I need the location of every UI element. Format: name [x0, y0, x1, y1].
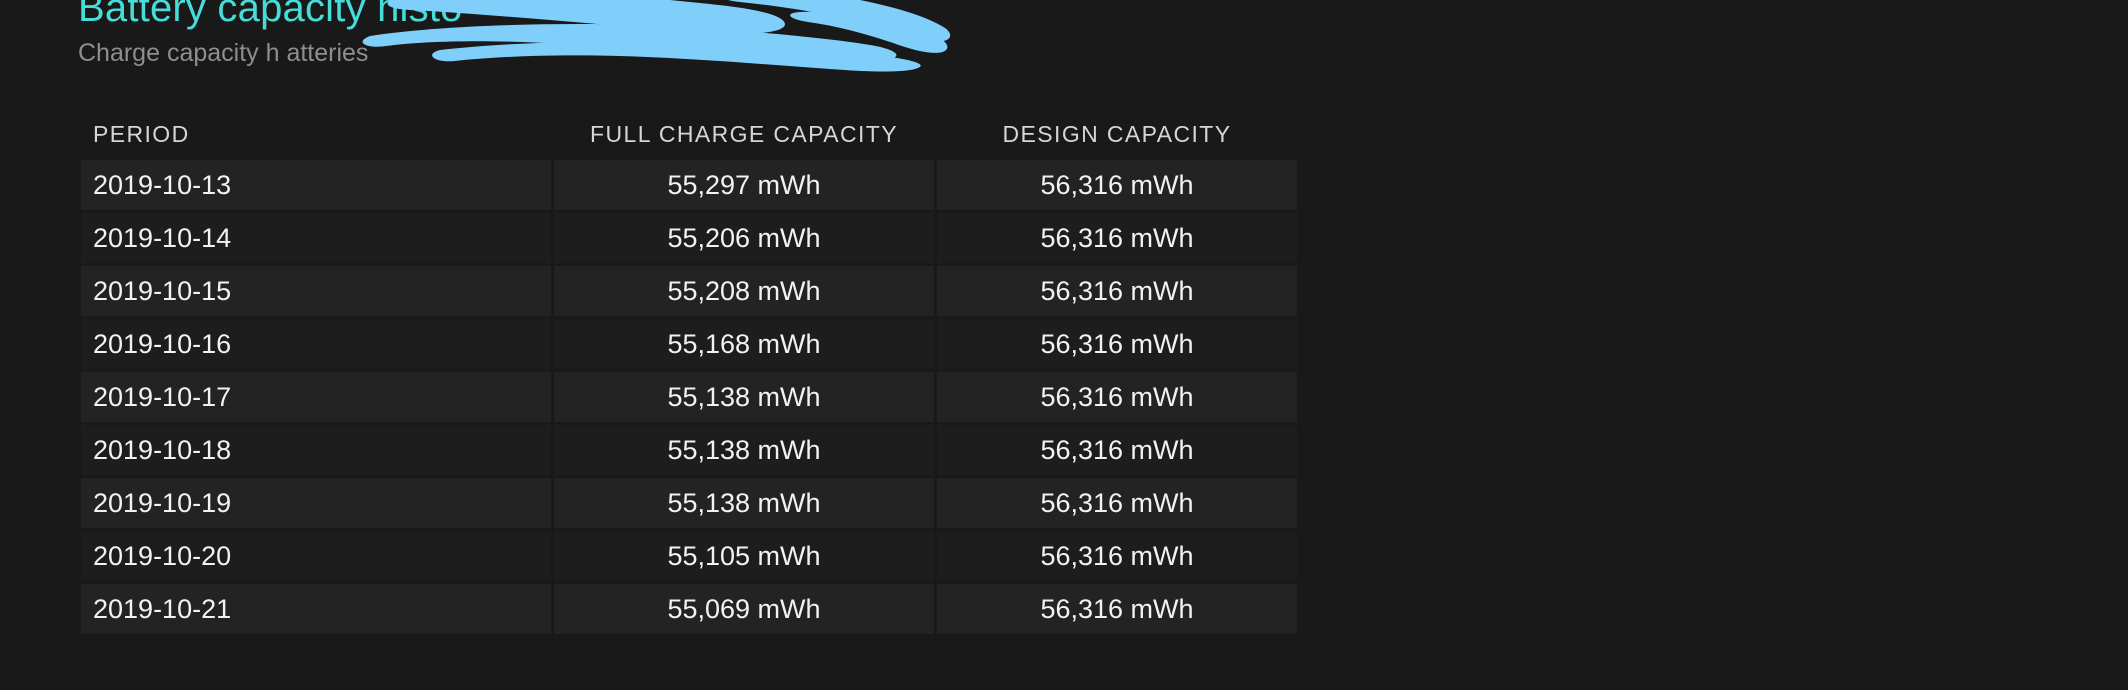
cell-full_charge_capacity: 55,105 mWh	[554, 531, 934, 581]
page-subtitle: Charge capacity h atteries	[78, 39, 369, 67]
cell-full_charge_capacity: 55,069 mWh	[554, 584, 934, 634]
cell-full_charge_capacity: 55,138 mWh	[554, 372, 934, 422]
table-header: PERIOD FULL CHARGE CAPACITY DESIGN CAPAC…	[81, 121, 1297, 157]
cell-period: 2019-10-14	[81, 213, 551, 263]
table-row[interactable]: 2019-10-19 55,138 mWh 56,316 mWh	[81, 478, 1297, 528]
table-body: 2019-10-13 55,297 mWh 56,316 mWh 2019-10-14…	[81, 160, 1297, 634]
cell-design_capacity: 56,316 mWh	[937, 213, 1297, 263]
cell-period: 2019-10-20	[81, 531, 551, 581]
table-row[interactable]: 2019-10-16 55,168 mWh 56,316 mWh	[81, 319, 1297, 369]
cell-full_charge_capacity: 55,138 mWh	[554, 425, 934, 475]
cell-design_capacity: 56,316 mWh	[937, 478, 1297, 528]
table-row[interactable]: 2019-10-17 55,138 mWh 56,316 mWh	[81, 372, 1297, 422]
table-row[interactable]: 2019-10-18 55,138 mWh 56,316 mWh	[81, 425, 1297, 475]
cell-full_charge_capacity: 55,206 mWh	[554, 213, 934, 263]
cell-full_charge_capacity: 55,168 mWh	[554, 319, 934, 369]
cell-design_capacity: 56,316 mWh	[937, 160, 1297, 210]
cell-period: 2019-10-16	[81, 319, 551, 369]
cell-design_capacity: 56,316 mWh	[937, 319, 1297, 369]
cell-period: 2019-10-13	[81, 160, 551, 210]
column-header-period: PERIOD	[93, 121, 190, 147]
battery-capacity-table: PERIOD FULL CHARGE CAPACITY DESIGN CAPAC…	[78, 118, 1300, 637]
cell-period: 2019-10-19	[81, 478, 551, 528]
page-title: Battery capacity histo	[78, 0, 463, 30]
cell-full_charge_capacity: 55,138 mWh	[554, 478, 934, 528]
table-row[interactable]: 2019-10-20 55,105 mWh 56,316 mWh	[81, 531, 1297, 581]
table-row[interactable]: 2019-10-21 55,069 mWh 56,316 mWh	[81, 584, 1297, 634]
cell-design_capacity: 56,316 mWh	[937, 372, 1297, 422]
cell-full_charge_capacity: 55,297 mWh	[554, 160, 934, 210]
column-header-full-charge-capacity: FULL CHARGE CAPACITY	[590, 121, 898, 147]
cell-design_capacity: 56,316 mWh	[937, 266, 1297, 316]
table-row[interactable]: 2019-10-14 55,206 mWh 56,316 mWh	[81, 213, 1297, 263]
cell-period: 2019-10-15	[81, 266, 551, 316]
cell-period: 2019-10-21	[81, 584, 551, 634]
cell-design_capacity: 56,316 mWh	[937, 425, 1297, 475]
table-header-row: PERIOD FULL CHARGE CAPACITY DESIGN CAPAC…	[81, 121, 1297, 157]
cell-design_capacity: 56,316 mWh	[937, 584, 1297, 634]
cell-full_charge_capacity: 55,208 mWh	[554, 266, 934, 316]
report-heading: Battery capacity histo Charge capacity h…	[78, 0, 1478, 68]
cell-design_capacity: 56,316 mWh	[937, 531, 1297, 581]
cell-period: 2019-10-18	[81, 425, 551, 475]
table-row[interactable]: 2019-10-15 55,208 mWh 56,316 mWh	[81, 266, 1297, 316]
table-row[interactable]: 2019-10-13 55,297 mWh 56,316 mWh	[81, 160, 1297, 210]
cell-period: 2019-10-17	[81, 372, 551, 422]
column-header-design-capacity: DESIGN CAPACITY	[1002, 121, 1232, 147]
battery-report-page: Battery capacity histo Charge capacity h…	[0, 0, 2128, 690]
